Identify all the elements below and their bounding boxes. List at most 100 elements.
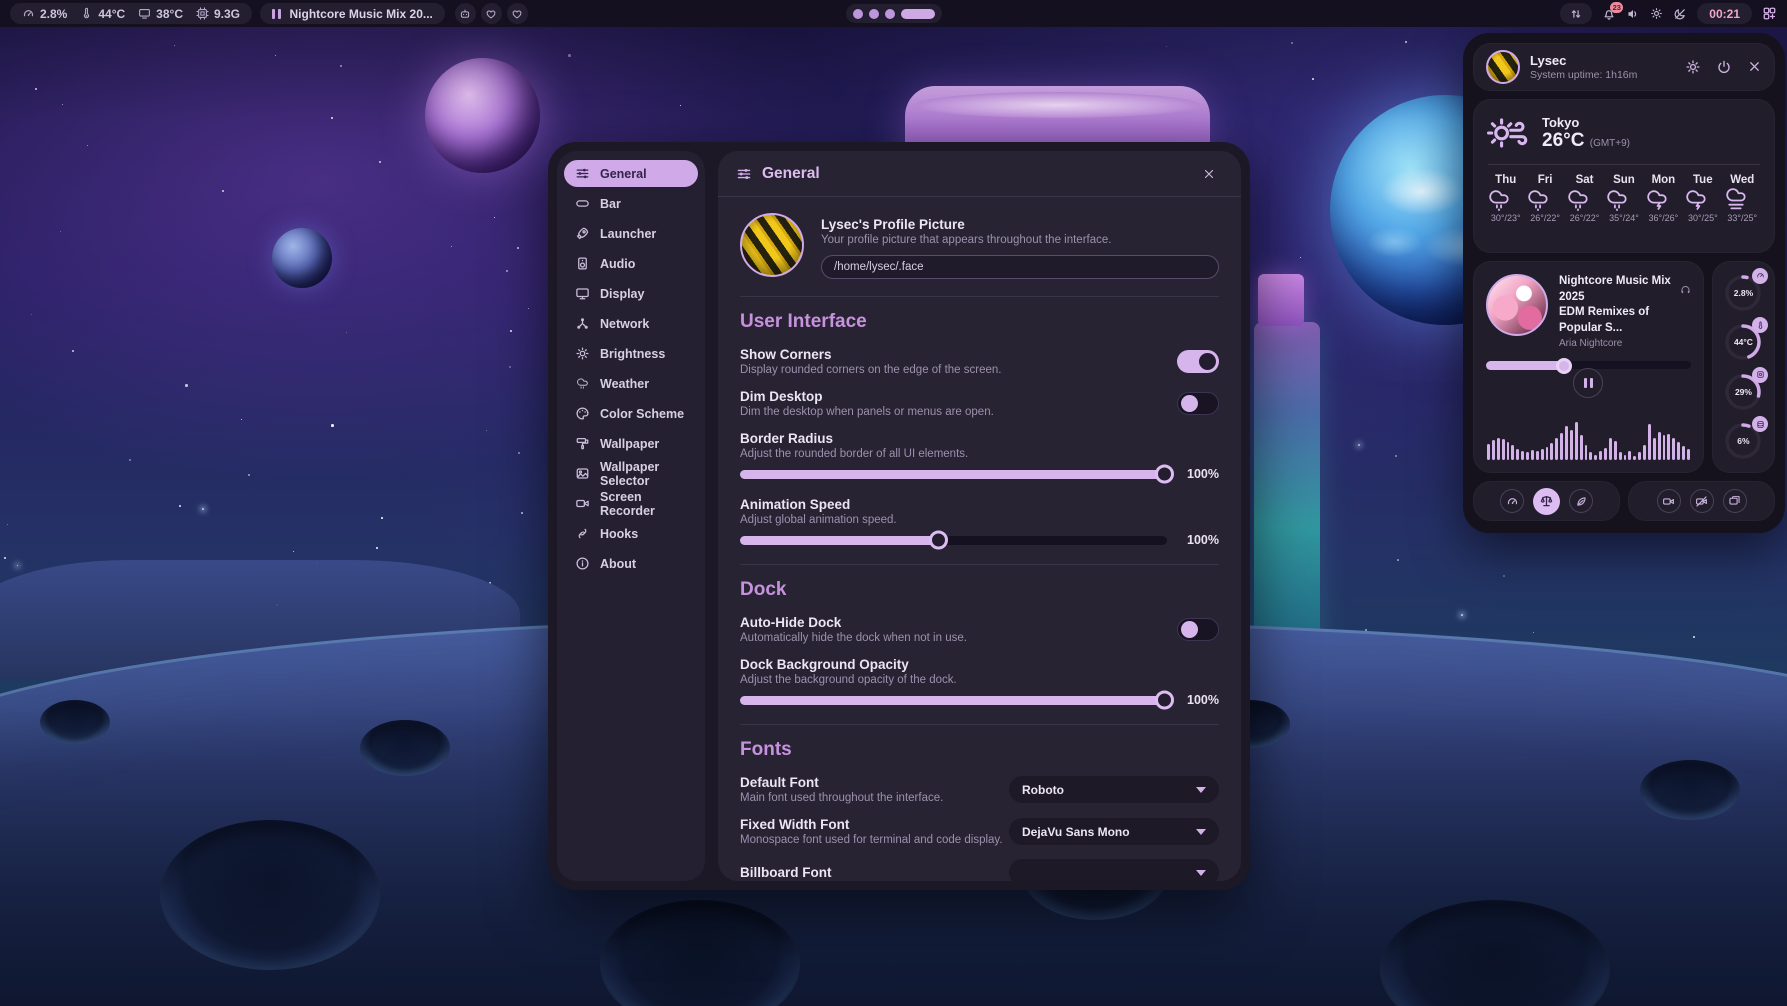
sidebar-item-color-scheme[interactable]: Color Scheme [564,400,698,427]
sidebar-item-display[interactable]: Display [564,280,698,307]
sidebar-label: Wallpaper [600,437,659,451]
sidebar-item-hooks[interactable]: Hooks [564,520,698,547]
cloud-lightning-icon [1644,186,1683,213]
performance-button[interactable] [1500,489,1524,513]
divider [740,724,1219,725]
mascot-button[interactable] [455,3,476,24]
sidebar-item-screen-recorder[interactable]: Screen Recorder [564,490,698,517]
workspace-dot-1[interactable] [853,9,863,19]
default-font-dropdown[interactable]: Roboto [1009,776,1219,803]
cloud-rain-icon [1525,186,1564,213]
slider-knob[interactable] [1155,465,1174,484]
dock-opacity-slider[interactable] [740,696,1167,705]
setting-title: Auto-Hide Dock [740,615,1177,630]
sidebar-label: General [600,167,647,181]
progress-knob[interactable] [1556,358,1572,374]
sidebar-item-brightness[interactable]: Brightness [564,340,698,367]
sidebar-item-weather[interactable]: Weather [564,370,698,397]
slider-value: 100% [1179,467,1219,481]
slider-knob[interactable] [929,531,948,550]
eco-mode-button[interactable] [1569,489,1593,513]
weather-timezone: (GMT+9) [1590,138,1630,149]
slider-knob[interactable] [1155,691,1174,710]
camera-off-button[interactable] [1690,489,1714,513]
system-stats-pill[interactable]: 2.8% 44°C 38°C 9.3G [10,3,252,24]
app-grid-icon [1762,6,1777,21]
settings-content[interactable]: Lysec's Profile Picture Your profile pic… [718,197,1241,881]
pause-button[interactable] [1573,368,1603,398]
cpu-gauge-icon [22,7,35,20]
system-uptime: System uptime: 1h16m [1530,69,1637,81]
sidebar-item-network[interactable]: Network [564,310,698,337]
sidebar-item-wallpaper-selector[interactable]: Wallpaper Selector [564,460,698,487]
dim-desktop-toggle[interactable] [1177,392,1219,415]
sidebar-item-audio[interactable]: Audio [564,250,698,277]
fixed-width-font-dropdown[interactable]: DejaVu Sans Mono [1009,818,1219,845]
cloud-lightning-icon [1683,186,1722,213]
workspace-dot-2[interactable] [869,9,879,19]
forecast-day: Tue 30°/25° [1683,174,1722,223]
auto-hide-dock-toggle[interactable] [1177,618,1219,641]
user-avatar[interactable] [1486,50,1520,84]
divider [740,296,1219,297]
weather-card: Tokyo 26°C (GMT+9) Thu 30°/23° Fri 26°/2… [1473,99,1775,253]
favorite-button-1[interactable] [481,3,502,24]
video-camera-icon [575,496,590,511]
favorite-button-2[interactable] [507,3,528,24]
profile-path-input[interactable] [821,255,1219,279]
settings-sidebar: General Bar Launcher Audio Display Netwo… [557,151,705,881]
setting-title: Animation Speed [740,497,1219,512]
sidebar-item-launcher[interactable]: Launcher [564,220,698,247]
speaker-icon [1626,7,1640,21]
clipped-font-dropdown[interactable] [1009,859,1219,881]
workspace-active[interactable] [901,9,935,19]
settings-button[interactable] [1685,59,1701,75]
monitor-temp-icon [138,7,151,20]
heart-icon [511,8,523,20]
animation-speed-slider[interactable] [740,536,1167,545]
section-title-dock: Dock [740,579,1219,601]
sidebar-item-about[interactable]: About [564,550,698,577]
balance-mode-button[interactable] [1533,488,1560,515]
setting-title: Border Radius [740,431,1219,446]
power-button[interactable] [1716,59,1732,75]
page-title: General [762,165,1185,183]
media-title: Nightcore Music Mix 20... [290,7,433,21]
sidebar-item-wallpaper[interactable]: Wallpaper [564,430,698,457]
night-light-button[interactable] [1673,7,1687,21]
overview-button[interactable] [1762,6,1777,21]
network-button[interactable] [1560,3,1592,24]
forecast-day: Fri 26°/22° [1525,174,1564,223]
show-corners-toggle[interactable] [1177,350,1219,373]
setting-clipped-font: Billboard Font [740,859,1219,881]
close-panel-button[interactable] [1747,59,1762,75]
border-radius-slider[interactable] [740,470,1167,479]
sidebar-item-bar[interactable]: Bar [564,190,698,217]
slider-value: 100% [1179,533,1219,547]
profile-title: Lysec's Profile Picture [821,217,1219,232]
setting-dock-opacity: Dock Background Opacity Adjust the backg… [740,657,1219,707]
media-title: Nightcore Music Mix 2025 [1559,274,1676,305]
workspace-dot-3[interactable] [885,9,895,19]
screen-record-button[interactable] [1657,489,1681,513]
info-icon [575,556,590,571]
cpu-usage-value: 2.8% [40,7,67,21]
media-pill[interactable]: Nightcore Music Mix 20... [260,3,445,24]
system-gauges-card: 2.8% 44°C 29% [1712,261,1775,473]
disk-icon [1752,416,1768,432]
slider-value: 100% [1179,693,1219,707]
screenshot-button[interactable] [1723,489,1747,513]
notifications-button[interactable]: 23 [1602,7,1616,21]
volume-button[interactable] [1626,7,1640,21]
brightness-button[interactable] [1650,7,1663,20]
clock[interactable]: 00:21 [1697,3,1752,24]
rocket-icon [575,226,590,241]
profile-avatar[interactable] [740,213,804,277]
sidebar-item-general[interactable]: General [564,160,698,187]
sidebar-label: Wallpaper Selector [600,460,687,488]
close-button[interactable] [1195,160,1223,188]
weather-city: Tokyo [1542,115,1630,130]
setting-animation-speed: Animation Speed Adjust global animation … [740,497,1219,547]
sidebar-label: Display [600,287,644,301]
cloud-rain-icon [1604,186,1643,213]
